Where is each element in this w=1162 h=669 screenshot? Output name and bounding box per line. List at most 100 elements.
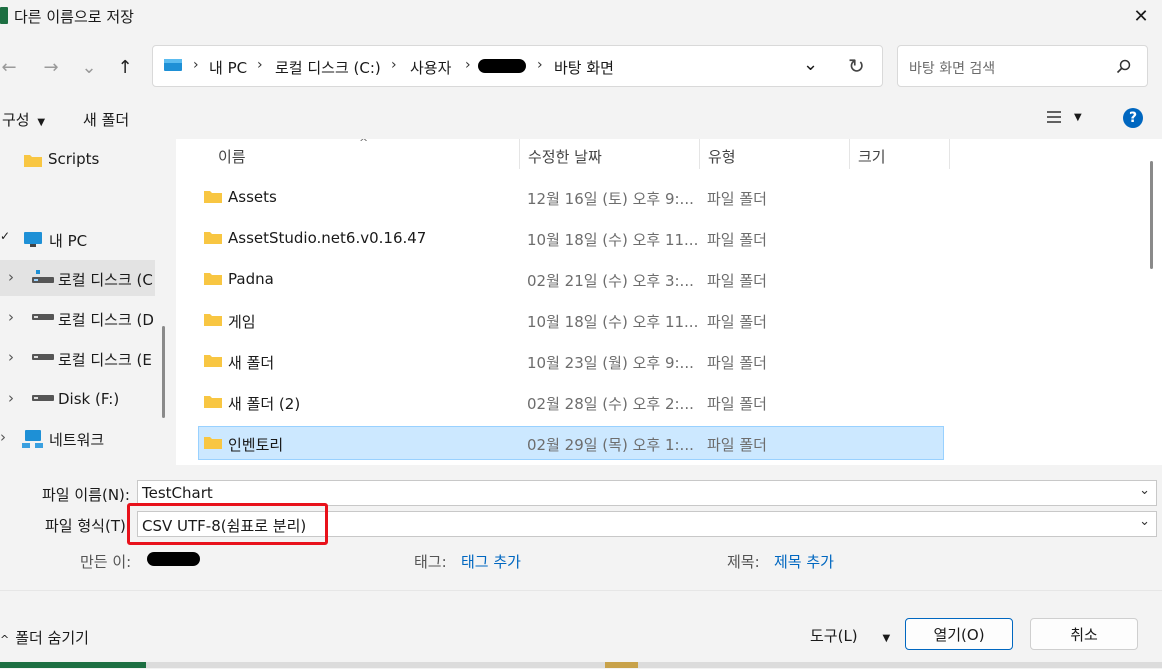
refresh-icon[interactable]: ↻ (848, 54, 865, 78)
table-row[interactable]: AssetStudio.net6.v0.16.47 10월 18일 (수) 오후… (198, 221, 944, 255)
breadcrumb-desktop[interactable]: 바탕 화면 (554, 57, 614, 78)
file-list-scrollbar[interactable] (1150, 161, 1153, 269)
file-date: 02월 28일 (수) 오후 2:... (527, 395, 694, 413)
excel-sheet-tab-strip (0, 662, 146, 668)
forward-button[interactable]: → (36, 52, 66, 82)
add-tag-link[interactable]: 태그 추가 (461, 551, 521, 572)
table-row[interactable]: 게임 10월 18일 (수) 오후 11... 파일 폴더 (198, 303, 944, 337)
column-header-row: ^ 이름 수정한 날짜 유형 크기 (176, 139, 1162, 171)
sidebar-item-scripts[interactable]: Scripts (0, 141, 155, 177)
breadcrumb-separator: › (257, 57, 263, 73)
chevron-right-icon: › (8, 389, 14, 407)
folder-icon (204, 191, 222, 203)
add-title-link[interactable]: 제목 추가 (774, 551, 834, 572)
organize-label: 구성 (2, 111, 30, 129)
up-button[interactable]: ↑ (110, 52, 140, 82)
column-header-name[interactable]: 이름 (218, 146, 246, 176)
table-row[interactable]: Padna 02월 21일 (수) 오후 3:... 파일 폴더 (198, 262, 944, 296)
file-date: 10월 23일 (월) 오후 9:... (527, 354, 694, 372)
column-divider[interactable] (699, 139, 700, 169)
file-type: 파일 폴더 (707, 272, 767, 290)
red-highlight-annotation (127, 503, 328, 545)
sidebar-item-local-disk-e[interactable]: › 로컬 디스크 (E (0, 340, 155, 376)
sidebar-item-network[interactable]: › 네트워크 (0, 420, 155, 456)
caret-down-icon: ▼ (882, 633, 891, 644)
folder-icon (204, 232, 222, 244)
file-name: Padna (228, 270, 274, 288)
folder-icon (204, 437, 222, 449)
column-divider[interactable] (519, 139, 520, 169)
list-view-icon (1047, 111, 1061, 123)
sidebar-item-local-disk-d[interactable]: › 로컬 디스크 (D (0, 300, 155, 336)
arrow-up-icon: ↑ (117, 56, 133, 78)
arrow-right-icon: → (43, 56, 59, 78)
column-header-type[interactable]: 유형 (708, 146, 736, 176)
organize-button[interactable]: 구성 ▼ (2, 109, 45, 130)
file-name: Assets (228, 188, 277, 206)
table-row[interactable]: Assets 12월 16일 (토) 오후 9:... 파일 폴더 (198, 180, 944, 214)
chevron-right-icon: › (8, 348, 14, 366)
command-bar: 구성 ▼ 새 폴더 ▼ ? (0, 101, 1162, 137)
file-name: 인벤토리 (228, 436, 284, 454)
cancel-button[interactable]: 취소 (1030, 618, 1138, 650)
help-icon[interactable]: ? (1123, 108, 1143, 128)
pc-icon (24, 232, 42, 247)
sidebar-item-label: Disk (F:) (58, 390, 120, 408)
file-date: 02월 29일 (목) 오후 1:... (527, 436, 694, 454)
title-label: 제목: (727, 553, 760, 571)
file-type: 파일 폴더 (707, 395, 767, 413)
folder-icon (204, 273, 222, 285)
title-bar: 다른 이름으로 저장 ✕ (0, 0, 1162, 32)
table-row-selected[interactable]: 인벤토리 02월 29일 (목) 오후 1:... 파일 폴더 (198, 426, 944, 460)
file-list: ^ 이름 수정한 날짜 유형 크기 Assets 12월 16일 (토) 오후 … (176, 139, 1162, 465)
view-options-button[interactable]: ▼ (1046, 110, 1082, 124)
sidebar-item-label: Scripts (48, 150, 100, 168)
column-divider[interactable] (849, 139, 850, 169)
navigation-pane: Scripts ✓ 내 PC › 로컬 디스크 (C › 로컬 디스크 (D ›… (0, 139, 155, 465)
sidebar-item-label: 네트워크 (49, 431, 105, 449)
tools-label: 도구(L) (810, 627, 858, 645)
recent-locations-button[interactable]: ⌄ (74, 52, 104, 82)
file-name: 새 폴더 (2) (228, 395, 301, 413)
drive-icon (32, 314, 54, 320)
file-date: 12월 16일 (토) 오후 9:... (527, 190, 694, 208)
back-button[interactable]: ← (0, 52, 24, 82)
sidebar-item-this-pc[interactable]: ✓ 내 PC (0, 221, 155, 257)
file-type: 파일 폴더 (707, 190, 767, 208)
folder-icon (204, 396, 222, 408)
caret-down-icon: ▼ (37, 117, 46, 128)
filename-label: 파일 이름(N): (42, 486, 130, 504)
breadcrumb-pc[interactable]: 내 PC (209, 57, 247, 78)
sidebar-item-disk-f[interactable]: › Disk (F:) (0, 381, 155, 417)
hide-folders-label: 폴더 숨기기 (15, 629, 89, 647)
breadcrumb-local-disk[interactable]: 로컬 디스크 (C:) (275, 57, 381, 78)
navigation-scrollbar[interactable] (162, 326, 165, 418)
tools-button[interactable]: 도구(L) ▼ (810, 625, 890, 646)
new-folder-button[interactable]: 새 폴더 (83, 109, 129, 130)
breadcrumb-separator: › (193, 57, 199, 73)
file-name: 새 폴더 (228, 354, 275, 372)
open-button[interactable]: 열기(O) (905, 618, 1013, 650)
address-bar[interactable]: › 내 PC › 로컬 디스크 (C:) › 사용자 › › 바탕 화면 ⌄ ↻ (152, 45, 883, 87)
expanded-chevron-icon: ✓ (0, 229, 11, 243)
hide-folders-button[interactable]: ^ 폴더 숨기기 (0, 627, 89, 648)
filename-value: TestChart (142, 484, 213, 502)
author-label: 만든 이: (80, 553, 132, 571)
column-header-size[interactable]: 크기 (858, 146, 886, 176)
filetype-label: 파일 형식(T) (45, 517, 126, 535)
sidebar-item-label: 로컬 디스크 (E (58, 351, 152, 369)
arrow-left-icon: ← (1, 56, 17, 78)
close-button[interactable]: ✕ (1120, 0, 1162, 32)
address-dropdown-icon[interactable]: ⌄ (803, 54, 818, 75)
chevron-up-icon: ^ (0, 633, 10, 646)
breadcrumb-users[interactable]: 사용자 (410, 57, 451, 78)
drive-icon (32, 395, 54, 401)
column-header-date[interactable]: 수정한 날짜 (528, 146, 602, 176)
column-divider[interactable] (949, 139, 950, 169)
table-row[interactable]: 새 폴더 10월 23일 (월) 오후 9:... 파일 폴더 (198, 344, 944, 378)
sidebar-item-local-disk-c[interactable]: › 로컬 디스크 (C (0, 260, 155, 296)
table-row[interactable]: 새 폴더 (2) 02월 28일 (수) 오후 2:... 파일 폴더 (198, 385, 944, 419)
search-input[interactable]: 바탕 화면 검색 (897, 45, 1148, 87)
breadcrumb-separator: › (537, 57, 543, 73)
background-window-strip (0, 662, 1162, 668)
